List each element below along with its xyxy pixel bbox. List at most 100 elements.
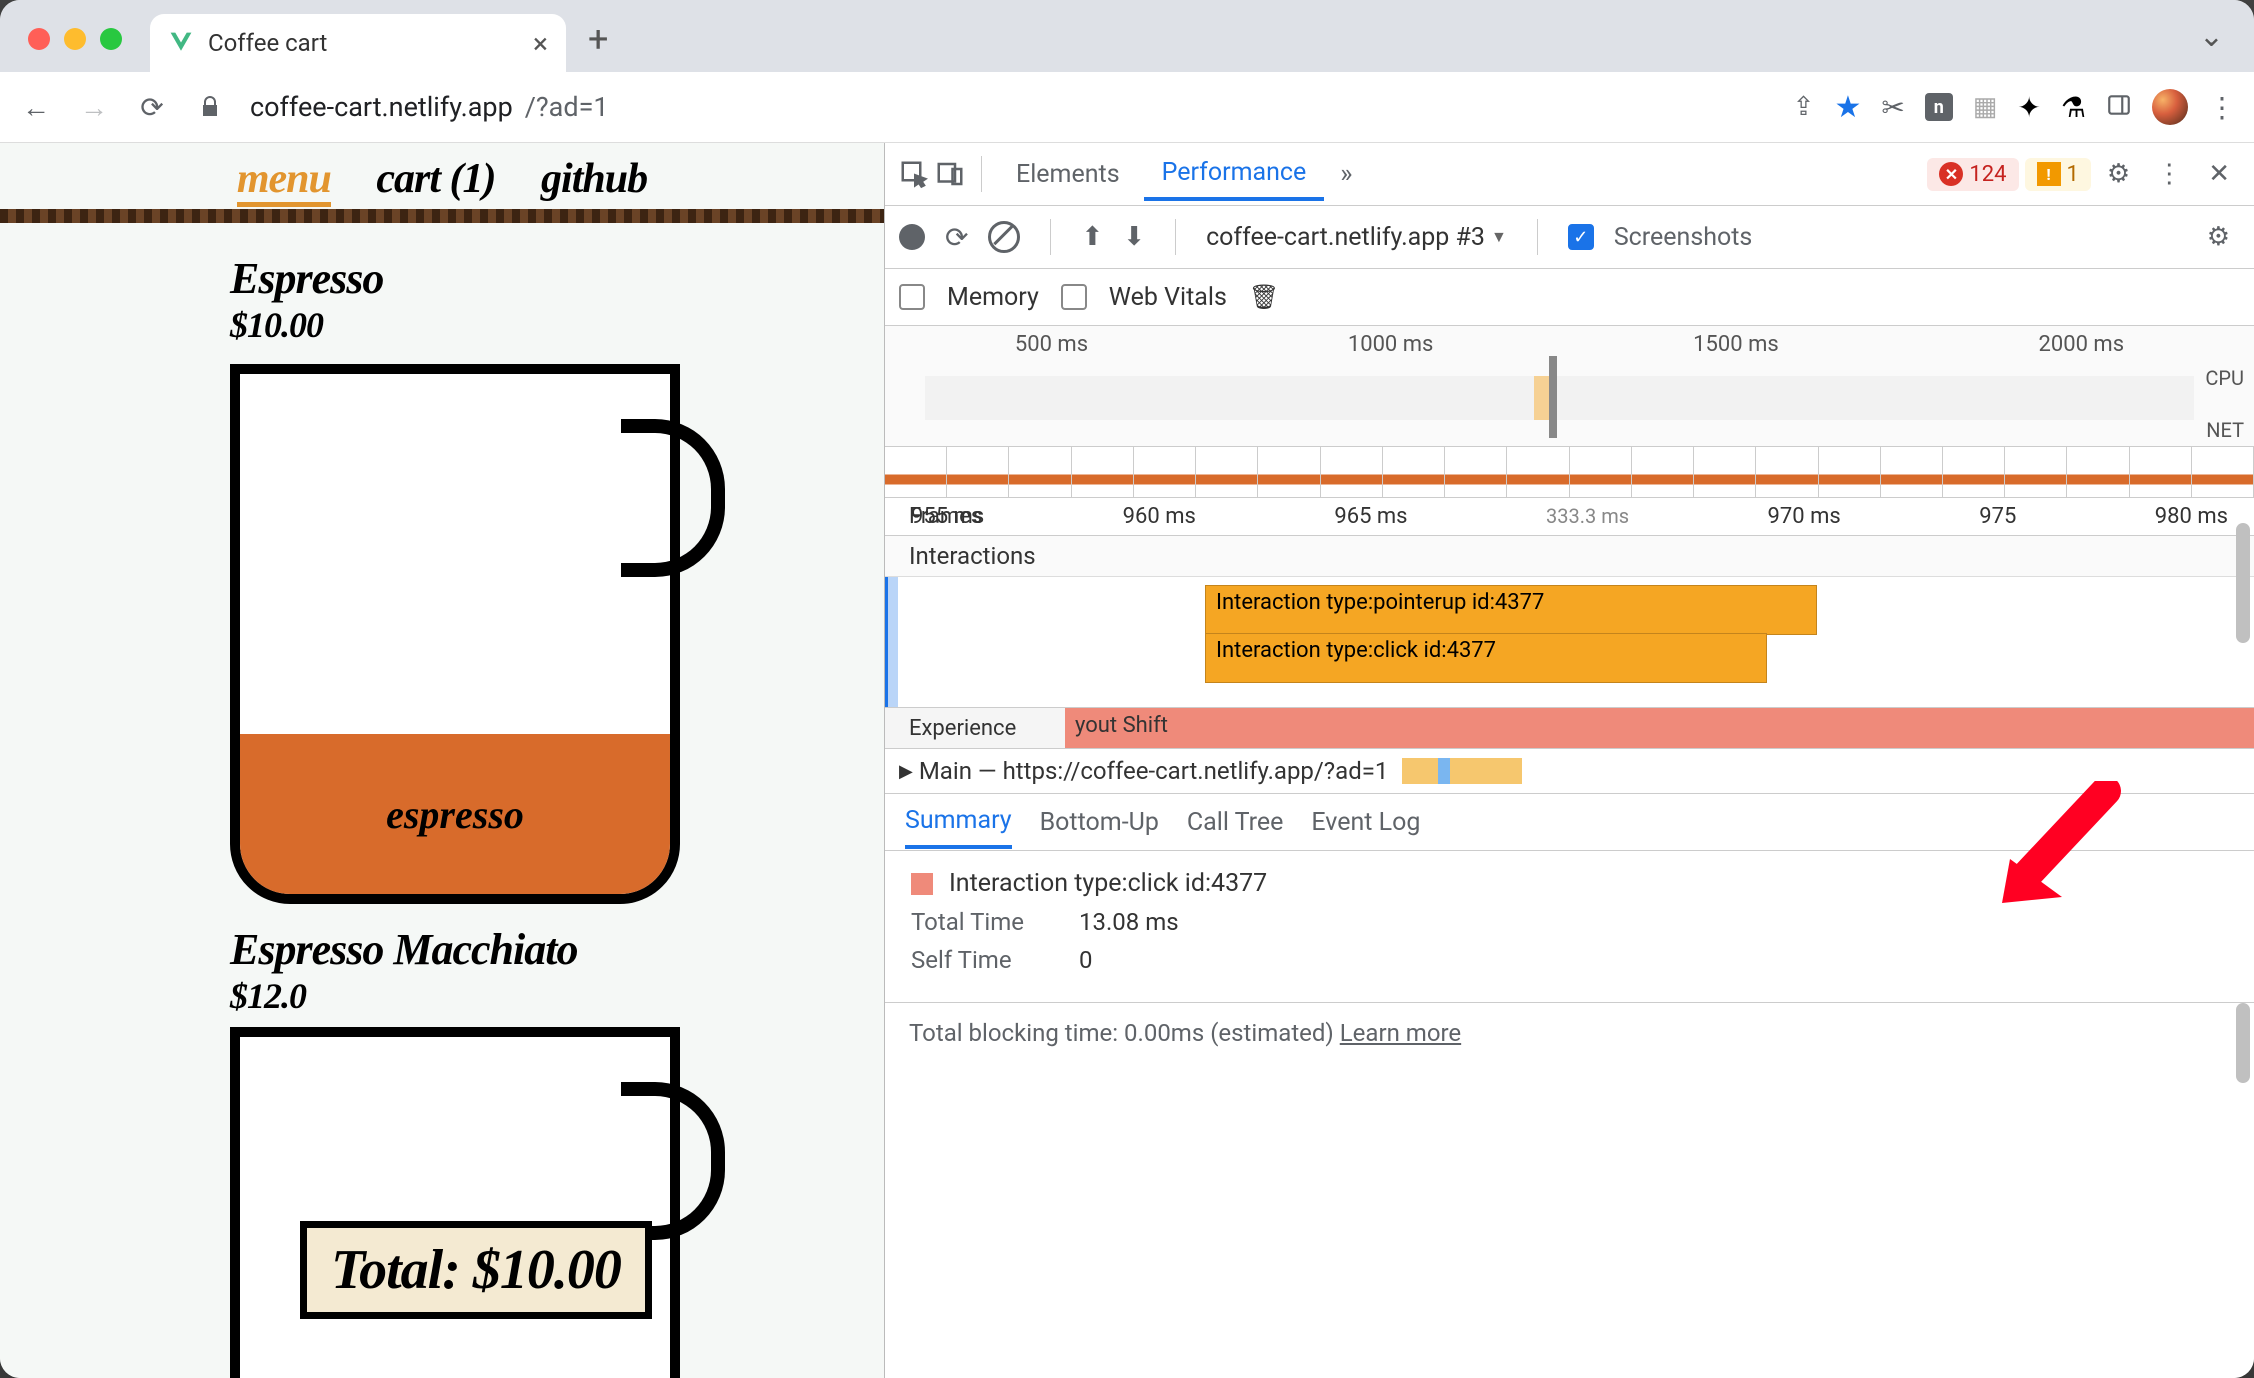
timeline-ruler[interactable]: Frames 955 ms 960 ms 965 ms 333.3 ms 970… <box>885 498 2254 536</box>
ext-notion-icon[interactable]: n <box>1925 93 1953 121</box>
tab-performance[interactable]: Performance <box>1144 148 1325 201</box>
zoom-window-button[interactable] <box>100 28 122 50</box>
devtools-panel: Elements Performance » ✕124 !1 ⚙ ⋮ ✕ ⟳ ⬆… <box>884 143 2254 1378</box>
product-macchiato: Espresso Macchiato $12.0 <box>0 924 884 1017</box>
save-profile-icon[interactable]: ⬇ <box>1123 222 1145 252</box>
record-button[interactable] <box>899 224 925 250</box>
blocking-time-text: Total blocking time: 0.00ms (estimated) <box>909 1019 1334 1047</box>
devtools-scrollbar[interactable] <box>2236 523 2250 643</box>
device-toggle-icon[interactable] <box>935 159 965 189</box>
overview-selection-handle[interactable] <box>1549 356 1557 438</box>
ruler-tick: 960 ms <box>1123 504 1196 529</box>
cup-graphic-2[interactable] <box>230 1027 720 1127</box>
subtab-eventlog[interactable]: Event Log <box>1311 798 1420 847</box>
nav-github[interactable]: github <box>541 156 647 202</box>
bookmark-star-icon[interactable]: ★ <box>1834 90 1861 125</box>
webpage-viewport: menu cart (1) github Espresso $10.00 esp… <box>0 143 884 1378</box>
new-tab-button[interactable]: + <box>566 18 630 72</box>
ext-grid-icon[interactable]: ▦ <box>1973 92 1998 122</box>
url-path: /?ad=1 <box>525 91 609 123</box>
load-profile-icon[interactable]: ⬆ <box>1081 222 1103 252</box>
selftime-val: 0 <box>1079 946 1093 974</box>
inspect-element-icon[interactable] <box>899 159 929 189</box>
url-text[interactable]: coffee-cart.netlify.app /?ad=1 <box>250 91 1771 123</box>
ov-tick: 2000 ms <box>2039 332 2125 357</box>
annotation-arrow-icon <box>1996 781 2136 911</box>
screenshot-filmstrip[interactable] <box>885 447 2254 498</box>
subtab-bottomup[interactable]: Bottom-Up <box>1040 798 1159 847</box>
memory-checkbox[interactable] <box>899 284 925 310</box>
product-price: $10.00 <box>230 304 884 346</box>
extensions-icon[interactable]: ✦ <box>2017 91 2040 124</box>
browser-menu-icon[interactable]: ⋮ <box>2208 91 2236 124</box>
ov-tick: 500 ms <box>1015 332 1088 357</box>
profile-avatar[interactable] <box>2152 89 2188 125</box>
ruler-tick: 980 ms <box>2155 504 2228 529</box>
selftime-key: Self Time <box>911 946 1051 974</box>
product-name: Espresso <box>230 253 884 304</box>
memory-label: Memory <box>947 283 1039 312</box>
close-window-button[interactable] <box>28 28 50 50</box>
capture-settings-icon[interactable]: ⚙ <box>2197 222 2240 252</box>
devtools-settings-icon[interactable]: ⚙ <box>2097 159 2140 189</box>
experience-track[interactable]: Experience yout Shift <box>885 708 2254 749</box>
tab-elements[interactable]: Elements <box>998 150 1138 199</box>
cpu-label: CPU <box>2205 366 2244 390</box>
reload-button[interactable]: ⟳ <box>134 89 170 125</box>
perf-overview[interactable]: 500 ms 1000 ms 1500 ms 2000 ms CPUNET <box>885 326 2254 447</box>
minimize-window-button[interactable] <box>64 28 86 50</box>
interactions-track-label[interactable]: Interactions <box>885 536 2254 577</box>
screenshots-label: Screenshots <box>1614 223 1753 252</box>
tabstrip: Coffee cart × + ⌄ <box>0 0 2254 72</box>
nav-cart[interactable]: cart (1) <box>376 156 495 202</box>
sidepanel-icon[interactable] <box>2106 92 2132 122</box>
secure-lock-icon[interactable] <box>192 89 228 125</box>
share-icon[interactable]: ⇪ <box>1793 92 1815 122</box>
ruler-frames: Frames <box>909 504 982 529</box>
layout-shift-bar[interactable]: yout Shift <box>1065 708 2254 748</box>
console-warnings-badge[interactable]: !1 <box>2025 158 2091 191</box>
interaction-bar-pointerup[interactable]: Interaction type:pointerup id:4377 <box>1205 585 1817 635</box>
cut-icon[interactable]: ✂ <box>1881 91 1904 124</box>
subtab-summary[interactable]: Summary <box>905 796 1012 849</box>
interactions-track[interactable]: Interaction type:pointerup id:4377 Inter… <box>885 577 2254 708</box>
subtab-calltree[interactable]: Call Tree <box>1187 798 1284 847</box>
cup-graphic[interactable]: espresso <box>230 364 720 884</box>
interaction-bar-click[interactable]: Interaction type:click id:4377 <box>1205 633 1767 683</box>
net-label: NET <box>2205 418 2244 442</box>
back-button[interactable]: ← <box>18 89 54 125</box>
perf-toolbar: ⟳ ⬆ ⬇ coffee-cart.netlify.app #3 ▼ ✓ Scr… <box>885 206 2254 269</box>
console-errors-badge[interactable]: ✕124 <box>1927 158 2018 191</box>
gc-trash-icon[interactable]: 🗑 <box>1249 283 1279 311</box>
selection-edge[interactable] <box>885 577 898 707</box>
forward-button[interactable]: → <box>76 89 112 125</box>
close-tab-icon[interactable]: × <box>533 27 548 60</box>
expand-triangle-icon[interactable]: ▶ <box>899 761 913 782</box>
product-name-2: Espresso Macchiato <box>230 924 884 975</box>
devtools-scrollbar-2[interactable] <box>2236 1003 2250 1083</box>
cart-total-overlay[interactable]: Total: $10.00 <box>300 1221 652 1319</box>
tab-overflow-button[interactable]: ⌄ <box>2169 19 2254 72</box>
ov-tick: 1500 ms <box>1693 332 1779 357</box>
ruler-tick: 965 ms <box>1334 504 1407 529</box>
browser-tab[interactable]: Coffee cart × <box>150 14 566 72</box>
profile-selector[interactable]: coffee-cart.netlify.app #3 ▼ <box>1206 223 1507 252</box>
more-tabs-icon[interactable]: » <box>1330 159 1362 189</box>
experience-label: Experience <box>909 716 1016 741</box>
screenshots-checkbox[interactable]: ✓ <box>1568 224 1594 250</box>
ruler-tick: 975 <box>1979 504 2016 529</box>
learn-more-link[interactable]: Learn more <box>1340 1019 1461 1047</box>
nav-menu[interactable]: menu <box>237 156 331 207</box>
divider-beans <box>0 209 884 223</box>
site-nav: menu cart (1) github <box>0 143 884 209</box>
webvitals-checkbox[interactable] <box>1061 284 1087 310</box>
devtools-close-icon[interactable]: ✕ <box>2198 159 2240 189</box>
clear-button[interactable] <box>988 221 1020 253</box>
summary-footer: Total blocking time: 0.00ms (estimated) … <box>885 1002 2254 1063</box>
url-host: coffee-cart.netlify.app <box>250 91 513 123</box>
labs-icon[interactable]: ⚗ <box>2061 91 2086 124</box>
devtools-menu-icon[interactable]: ⋮ <box>2146 159 2192 189</box>
reload-record-button[interactable]: ⟳ <box>945 221 968 254</box>
cup-fill-label: espresso <box>386 791 524 838</box>
summary-swatch <box>911 873 933 895</box>
